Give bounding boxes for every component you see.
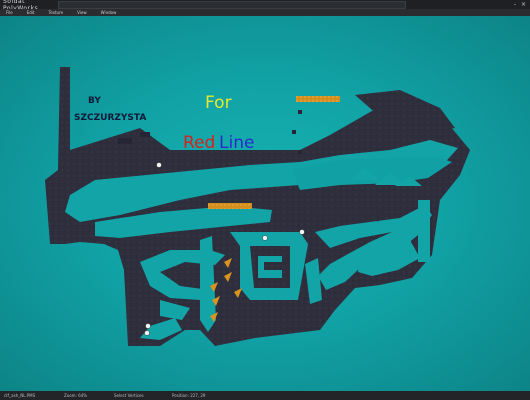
status-file: ctf_ash_NL.PMS — [4, 393, 36, 398]
map-for-text: For — [205, 93, 232, 113]
menu-edit[interactable]: Edit — [21, 10, 43, 15]
map-by-text: BY — [88, 96, 101, 106]
status-zoom: Zoom: 64% — [64, 393, 88, 398]
map-line-text: Line — [219, 133, 254, 153]
status-tool: Select Vertices — [114, 393, 144, 398]
title-field — [58, 1, 406, 9]
menu-bar: File Edit Texture View Window — [0, 9, 530, 16]
title-bar: Soldat PolyWorks - × — [0, 0, 530, 12]
menu-texture[interactable]: Texture — [42, 10, 71, 15]
menu-file[interactable]: File — [0, 10, 21, 15]
status-bar: ctf_ash_NL.PMS Zoom: 64% Select Vertices… — [0, 391, 530, 400]
status-position: Position: 227, 29 — [172, 393, 206, 398]
map-drawing: BY SZCZURZYSTA For Red Line — [45, 67, 470, 346]
close-button[interactable]: × — [521, 0, 526, 9]
minimize-button[interactable]: - — [514, 0, 516, 9]
menu-window[interactable]: Window — [95, 10, 125, 15]
map-red-text: Red — [183, 133, 215, 153]
menu-view[interactable]: View — [71, 10, 95, 15]
map-author-text: SZCZURZYSTA — [74, 113, 146, 123]
map-canvas[interactable]: BY SZCZURZYSTA For Red Line — [0, 16, 530, 391]
